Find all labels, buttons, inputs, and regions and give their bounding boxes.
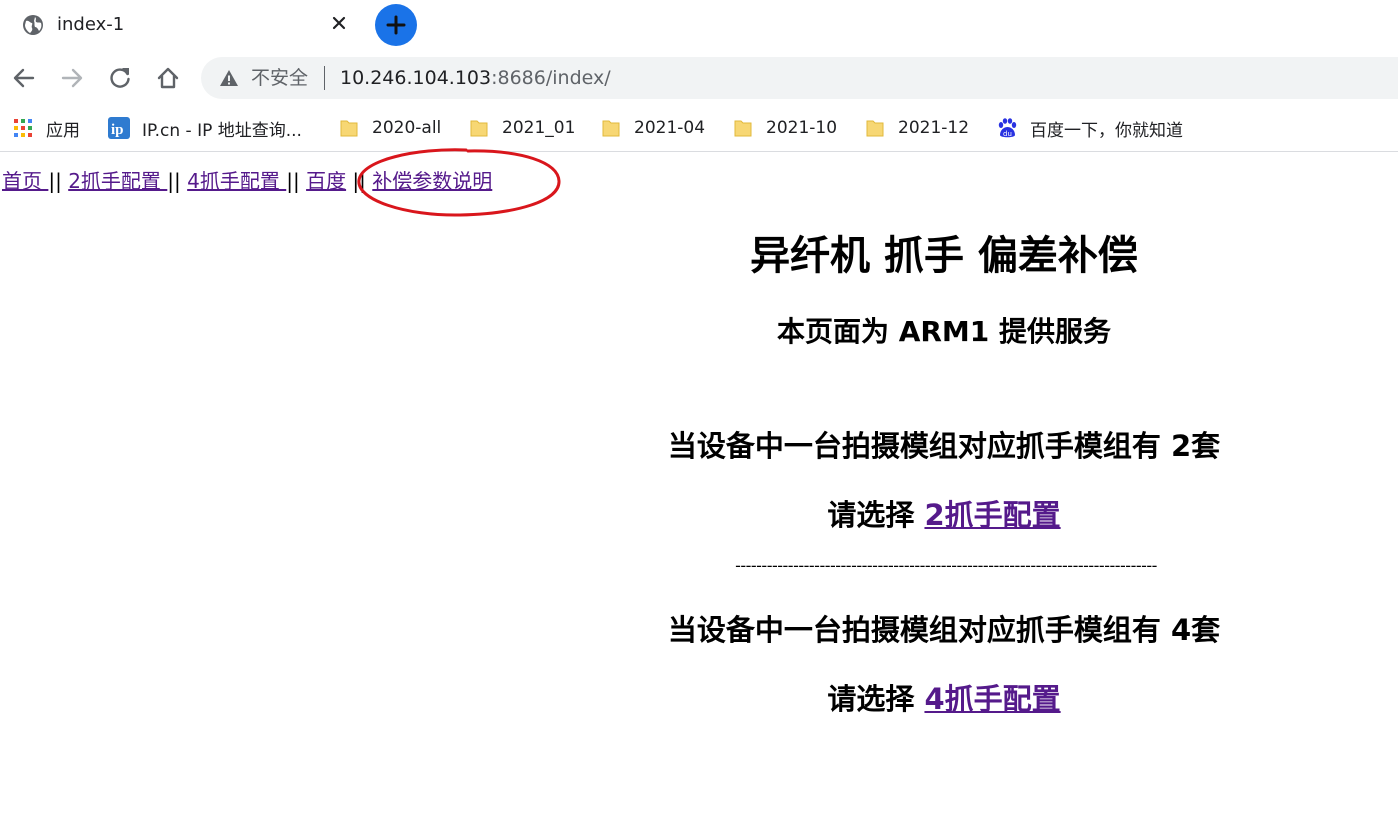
ip-logo-icon: ip	[108, 117, 130, 139]
url-host: 10.246.104.103	[340, 67, 492, 89]
link-2-gripper-config[interactable]: 2抓手配置	[924, 498, 1060, 532]
nav-separator: ||	[48, 169, 62, 193]
link-4-gripper-config[interactable]: 4抓手配置	[924, 682, 1060, 716]
bookmark-ip-cn[interactable]: ip IP.cn - IP 地址查询...	[108, 116, 302, 141]
plus-icon	[386, 15, 406, 35]
section-4-prompt: 请选择 4抓手配置	[490, 680, 1398, 718]
warning-triangle-icon[interactable]	[219, 68, 239, 88]
folder-icon	[864, 117, 886, 139]
folder-icon	[732, 117, 754, 139]
section-2-prompt: 请选择 2抓手配置	[490, 496, 1398, 534]
bookmark-folder-2021-01[interactable]: 2021_01	[468, 116, 575, 140]
browser-toolbar: 不安全 10.246.104.103:8686/index/	[0, 52, 1398, 104]
bookmark-label: 2021_01	[502, 118, 576, 138]
bookmark-label: 应用	[46, 120, 80, 141]
arrow-right-icon[interactable]	[58, 64, 86, 92]
bookmark-label: 2020-all	[372, 118, 442, 138]
omnibox-divider	[324, 66, 325, 90]
nav-separator: ||	[286, 169, 300, 193]
bookmark-label: 百度一下，你就知道	[1030, 120, 1183, 141]
bookmark-folder-2020-all[interactable]: 2020-all	[338, 116, 441, 140]
url-text[interactable]: 10.246.104.103:8686/index/	[340, 67, 611, 89]
page-title: 异纤机 抓手 偏差补偿	[750, 233, 1138, 279]
bookmark-label: 2021-12	[898, 118, 970, 138]
bookmark-folder-2021-04[interactable]: 2021-04	[600, 116, 705, 140]
svg-text:du: du	[1003, 130, 1012, 138]
page-subtitle: 本页面为 ARM1 提供服务	[776, 315, 1112, 348]
bookmark-apps[interactable]: 应用	[12, 116, 80, 141]
close-icon[interactable]	[330, 14, 348, 32]
address-bar[interactable]: 不安全 10.246.104.103:8686/index/	[201, 57, 1398, 99]
nav-link-4-gripper[interactable]: 4抓手配置	[187, 169, 286, 193]
browser-tab[interactable]: index-1	[8, 4, 364, 48]
apps-grid-icon	[12, 117, 34, 139]
url-path: :8686/index/	[491, 67, 611, 89]
section-4-description: 当设备中一台拍摄模组对应抓手模组有 4套	[667, 613, 1221, 647]
arrow-left-icon[interactable]	[10, 64, 38, 92]
section-divider: ----------------------------------------…	[735, 556, 1157, 575]
nav-link-2-gripper[interactable]: 2抓手配置	[68, 169, 167, 193]
bookmark-baidu[interactable]: du 百度一下，你就知道	[996, 116, 1183, 141]
folder-icon	[338, 117, 360, 139]
bookmark-label: 2021-10	[766, 118, 838, 138]
bookmark-folder-2021-10[interactable]: 2021-10	[732, 116, 837, 140]
bookmark-label: IP.cn - IP 地址查询...	[142, 120, 302, 141]
nav-separator: ||	[167, 169, 181, 193]
tab-title: index-1	[57, 14, 125, 35]
nav-link-baidu[interactable]: 百度	[306, 169, 346, 193]
security-label[interactable]: 不安全	[251, 67, 308, 89]
bookmarks-bar: 应用 ip IP.cn - IP 地址查询... 2020-all 2021_0…	[0, 104, 1398, 152]
bookmark-label: 2021-04	[634, 118, 706, 138]
section-2-description: 当设备中一台拍摄模组对应抓手模组有 2套	[667, 429, 1221, 463]
folder-icon	[600, 117, 622, 139]
select-prompt: 请选择	[827, 498, 925, 532]
baidu-paw-icon: du	[996, 117, 1018, 139]
nav-link-home[interactable]: 首页	[2, 169, 48, 193]
globe-icon	[22, 14, 44, 36]
home-icon[interactable]	[154, 64, 182, 92]
reload-icon[interactable]	[106, 64, 134, 92]
select-prompt: 请选择	[827, 682, 925, 716]
folder-icon	[468, 117, 490, 139]
svg-text:ip: ip	[111, 122, 124, 138]
tab-strip: index-1	[0, 0, 1398, 52]
annotation-circle	[357, 148, 561, 217]
new-tab-button[interactable]	[375, 4, 417, 46]
bookmark-folder-2021-12[interactable]: 2021-12	[864, 116, 969, 140]
